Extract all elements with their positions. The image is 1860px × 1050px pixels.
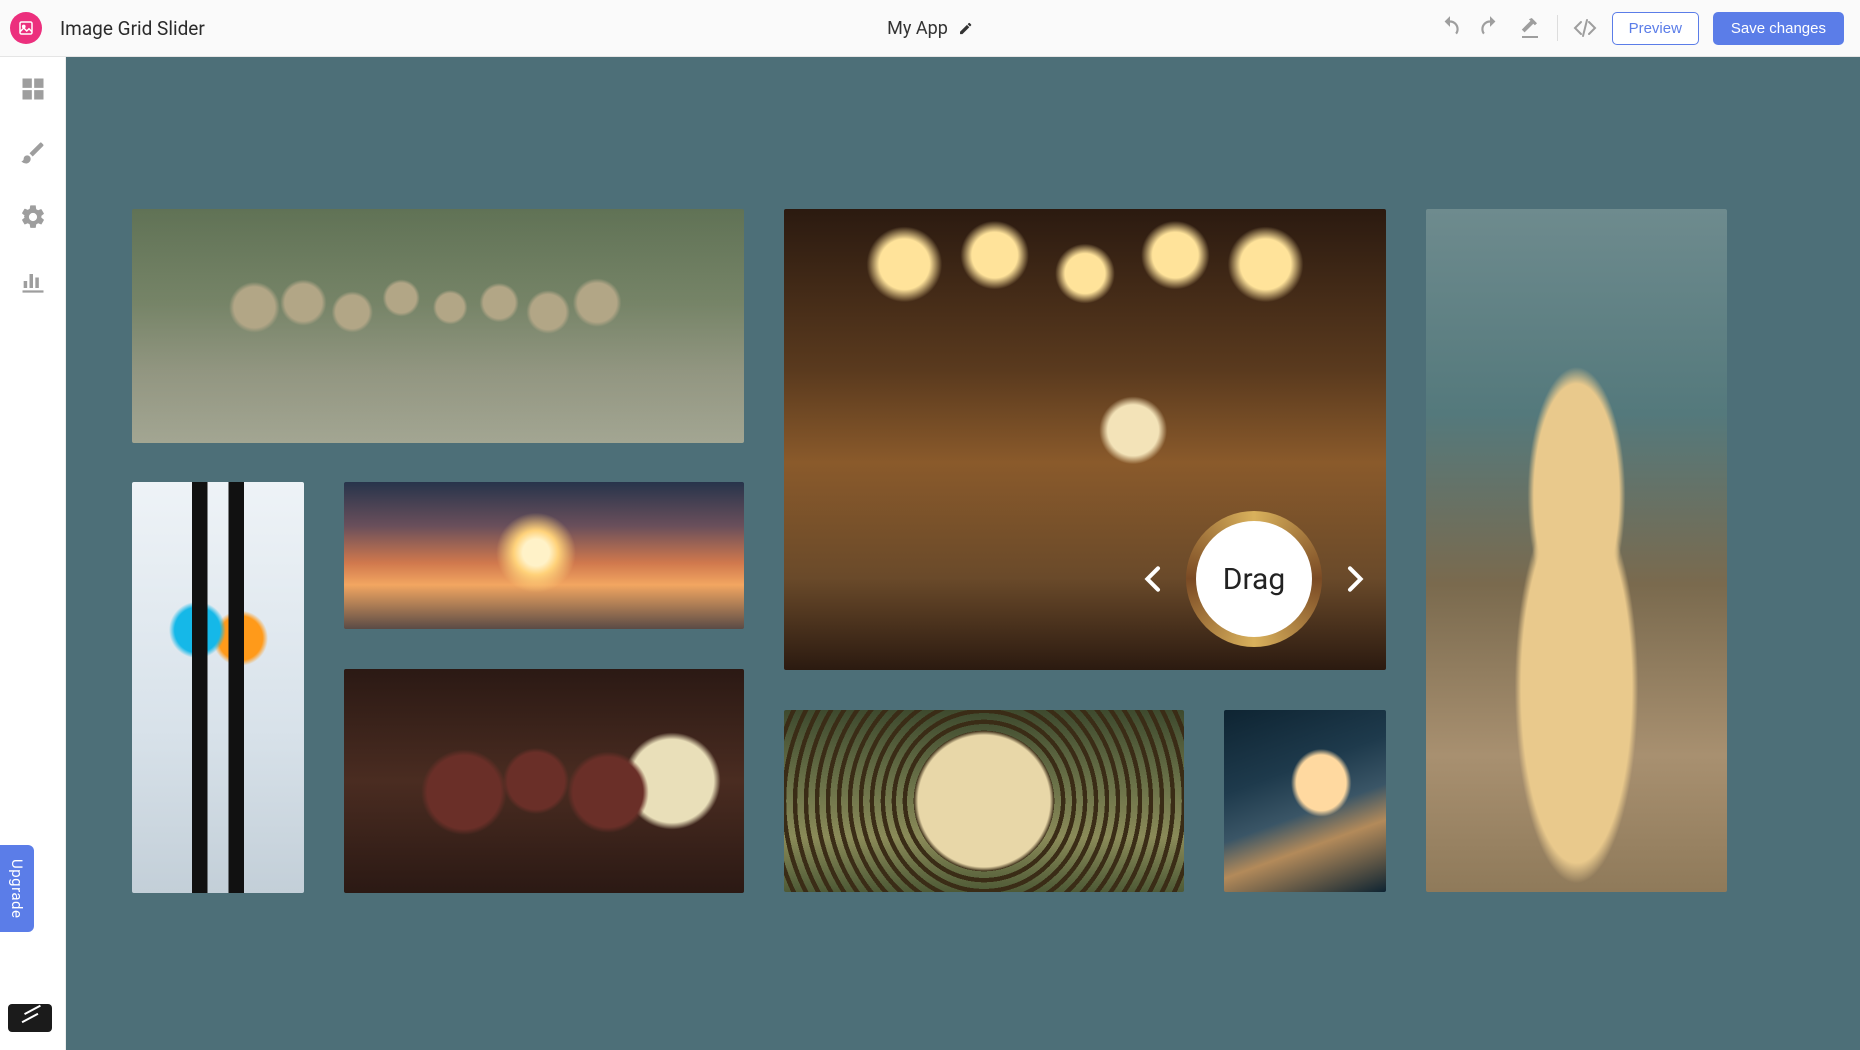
platform-logo[interactable] <box>8 1004 52 1032</box>
upgrade-tab[interactable]: Upgrade <box>0 845 34 932</box>
image-tile-skis[interactable] <box>132 482 304 893</box>
top-bar: Image Grid Slider My App Preview Save ch… <box>0 0 1860 57</box>
code-icon[interactable] <box>1572 15 1598 41</box>
image-tile-cheers[interactable] <box>344 669 744 893</box>
redo-icon[interactable] <box>1477 15 1503 41</box>
settings-icon[interactable] <box>19 203 47 231</box>
image-tile-dog[interactable] <box>1426 209 1727 892</box>
image-tile-plane[interactable] <box>1224 710 1386 892</box>
image-tile-sunset[interactable] <box>344 482 744 629</box>
app-name: My App <box>887 18 948 39</box>
page-title: Image Grid Slider <box>60 17 205 40</box>
layout-icon[interactable] <box>19 75 47 103</box>
editor-canvas[interactable]: Drag <box>66 57 1860 1050</box>
app-logo <box>10 12 42 44</box>
toolbar-separator <box>1557 15 1558 41</box>
image-tile-group[interactable] <box>132 209 744 443</box>
image-tile-party[interactable] <box>784 209 1386 670</box>
hammer-icon[interactable] <box>1517 15 1543 41</box>
analytics-icon[interactable] <box>19 267 47 295</box>
app-name-container[interactable]: My App <box>887 18 973 39</box>
save-button[interactable]: Save changes <box>1713 12 1844 45</box>
edit-icon <box>958 21 973 36</box>
brush-icon[interactable] <box>19 139 47 167</box>
preview-button[interactable]: Preview <box>1612 12 1699 45</box>
image-tile-leopard[interactable] <box>784 710 1184 892</box>
undo-icon[interactable] <box>1437 15 1463 41</box>
topbar-actions: Preview Save changes <box>1437 12 1844 45</box>
